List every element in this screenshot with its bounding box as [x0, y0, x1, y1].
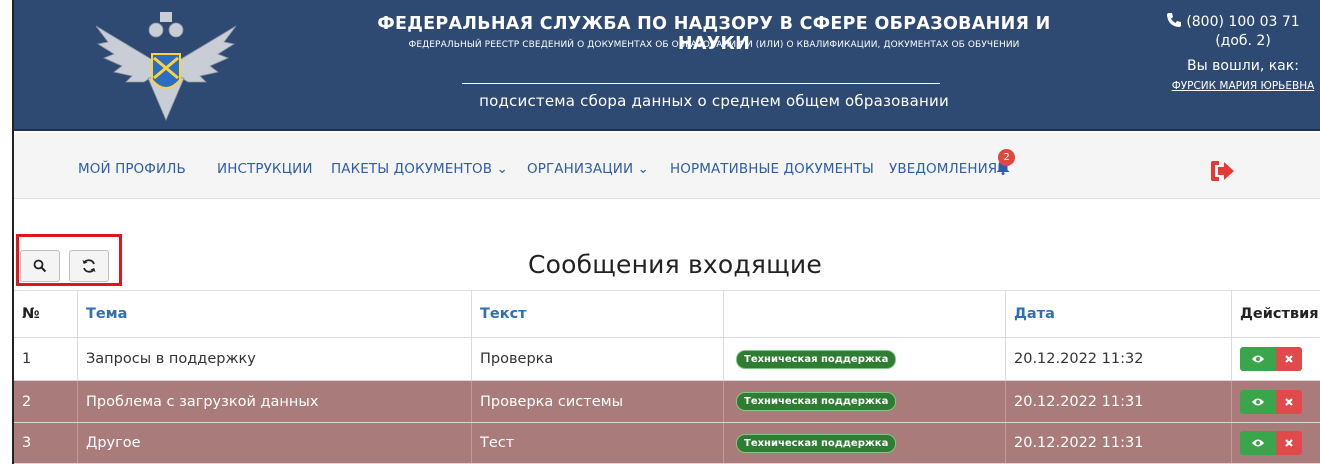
- nav-item-notifications[interactable]: УВЕДОМЛЕНИЯ 2: [889, 149, 1016, 177]
- col-header-date[interactable]: Дата: [1006, 291, 1232, 337]
- eye-icon: [1252, 439, 1264, 447]
- cell-theme: Другое: [78, 423, 472, 463]
- col-header-actions: Действия: [1240, 306, 1319, 322]
- cell-actions: [1232, 423, 1320, 463]
- delete-button[interactable]: [1276, 389, 1302, 414]
- phone-icon: [1167, 13, 1182, 27]
- eagle-emblem-icon: [95, 12, 237, 122]
- nav-item-packages[interactable]: ПАКЕТЫ ДОКУМЕНТОВ ⌄: [331, 161, 508, 177]
- view-button[interactable]: [1240, 431, 1276, 455]
- cell-text: Тест: [472, 423, 724, 463]
- notification-count-badge: 2: [998, 149, 1016, 166]
- nav-item-organizations-label: ОРГАНИЗАЦИИ: [527, 161, 634, 177]
- nav-item-profile[interactable]: МОЙ ПРОФИЛЬ: [78, 161, 186, 177]
- col-header-theme[interactable]: Тема: [78, 291, 472, 337]
- app-frame: ФЕДЕРАЛЬНАЯ СЛУЖБА ПО НАДЗОРУ В СФЕРЕ ОБ…: [12, 0, 1320, 464]
- logout-icon[interactable]: [1209, 159, 1235, 183]
- divider: [462, 83, 940, 84]
- nav-item-instructions[interactable]: ИНСТРУКЦИИ: [217, 161, 313, 177]
- refresh-icon: [82, 259, 96, 273]
- cell-no: 3: [14, 423, 78, 463]
- cell-actions: [1232, 381, 1320, 422]
- view-button[interactable]: [1240, 389, 1276, 414]
- cell-no: 2: [14, 381, 78, 422]
- site-header: ФЕДЕРАЛЬНАЯ СЛУЖБА ПО НАДЗОРУ В СФЕРЕ ОБ…: [14, 0, 1320, 131]
- cell-date: 20.12.2022 11:32: [1006, 338, 1232, 380]
- close-icon: [1285, 397, 1293, 406]
- search-icon: [33, 259, 47, 273]
- phone-number[interactable]: (800) 100 03 71: [1186, 14, 1299, 30]
- eye-icon: [1252, 355, 1264, 363]
- cell-theme: Запросы в поддержку: [78, 338, 472, 380]
- col-header-category: [724, 291, 1006, 337]
- col-header-no[interactable]: №: [14, 291, 78, 337]
- close-icon: [1285, 355, 1293, 363]
- cell-no: 1: [14, 338, 78, 380]
- cell-text: Проверка: [472, 338, 724, 380]
- phone-line: (800) 100 03 71: [1144, 12, 1320, 30]
- category-badge: Техническая поддержка: [736, 433, 897, 453]
- cell-date: 20.12.2022 11:31: [1006, 423, 1232, 463]
- cell-actions: [1232, 338, 1320, 380]
- cell-category: Техническая поддержка: [724, 423, 1006, 463]
- delete-button[interactable]: [1276, 347, 1302, 371]
- category-badge: Техническая поддержка: [736, 392, 897, 411]
- contacts-block: (800) 100 03 71 (доб. 2) Вы вошли, как: …: [1104, 12, 1320, 92]
- page-title: Сообщения входящие: [528, 250, 822, 279]
- table-row[interactable]: 1 Запросы в поддержку Проверка Техническ…: [14, 338, 1320, 381]
- logged-in-label: Вы вошли, как:: [1187, 58, 1299, 74]
- cell-category: Техническая поддержка: [724, 338, 1006, 380]
- nav-item-normative[interactable]: НОРМАТИВНЫЕ ДОКУМЕНТЫ: [670, 161, 874, 177]
- table-header: № Тема Текст Дата Действия: [14, 290, 1320, 338]
- refresh-button[interactable]: [69, 250, 109, 282]
- view-button[interactable]: [1240, 347, 1276, 371]
- nav-item-organizations[interactable]: ОРГАНИЗАЦИИ ⌄: [527, 161, 649, 177]
- col-header-text[interactable]: Текст: [472, 291, 724, 337]
- eye-icon: [1252, 398, 1264, 405]
- phone-ext: (доб. 2): [1215, 33, 1271, 49]
- main-nav: МОЙ ПРОФИЛЬ ИНСТРУКЦИИ ПАКЕТЫ ДОКУМЕНТОВ…: [14, 133, 1320, 199]
- user-name-link[interactable]: ФУРСИК МАРИЯ ЮРЬЕВНА: [1164, 80, 1320, 92]
- search-button[interactable]: [20, 250, 60, 282]
- cell-theme: Проблема с загрузкой данных: [78, 381, 472, 422]
- table-row[interactable]: 3 Другое Тест Техническая поддержка 20.1…: [14, 423, 1320, 464]
- delete-button[interactable]: [1276, 431, 1302, 455]
- chevron-down-icon: ⌄: [633, 161, 649, 177]
- close-icon: [1285, 439, 1293, 447]
- chevron-down-icon: ⌄: [492, 161, 508, 177]
- cell-category: Техническая поддержка: [724, 381, 1006, 422]
- cell-text: Проверка системы: [472, 381, 724, 422]
- subsystem-title: подсистема сбора данных о среднем общем …: [479, 92, 949, 110]
- category-badge: Техническая поддержка: [736, 349, 897, 369]
- registry-subtitle: ФЕДЕРАЛЬНЫЙ РЕЕСТР СВЕДЕНИЙ О ДОКУМЕНТАХ…: [408, 40, 1020, 50]
- nav-item-packages-label: ПАКЕТЫ ДОКУМЕНТОВ: [331, 161, 493, 177]
- cell-date: 20.12.2022 11:31: [1006, 381, 1232, 422]
- nav-item-notifications-label: УВЕДОМЛЕНИЯ: [889, 161, 998, 177]
- table-row[interactable]: 2 Проблема с загрузкой данных Проверка с…: [14, 381, 1320, 423]
